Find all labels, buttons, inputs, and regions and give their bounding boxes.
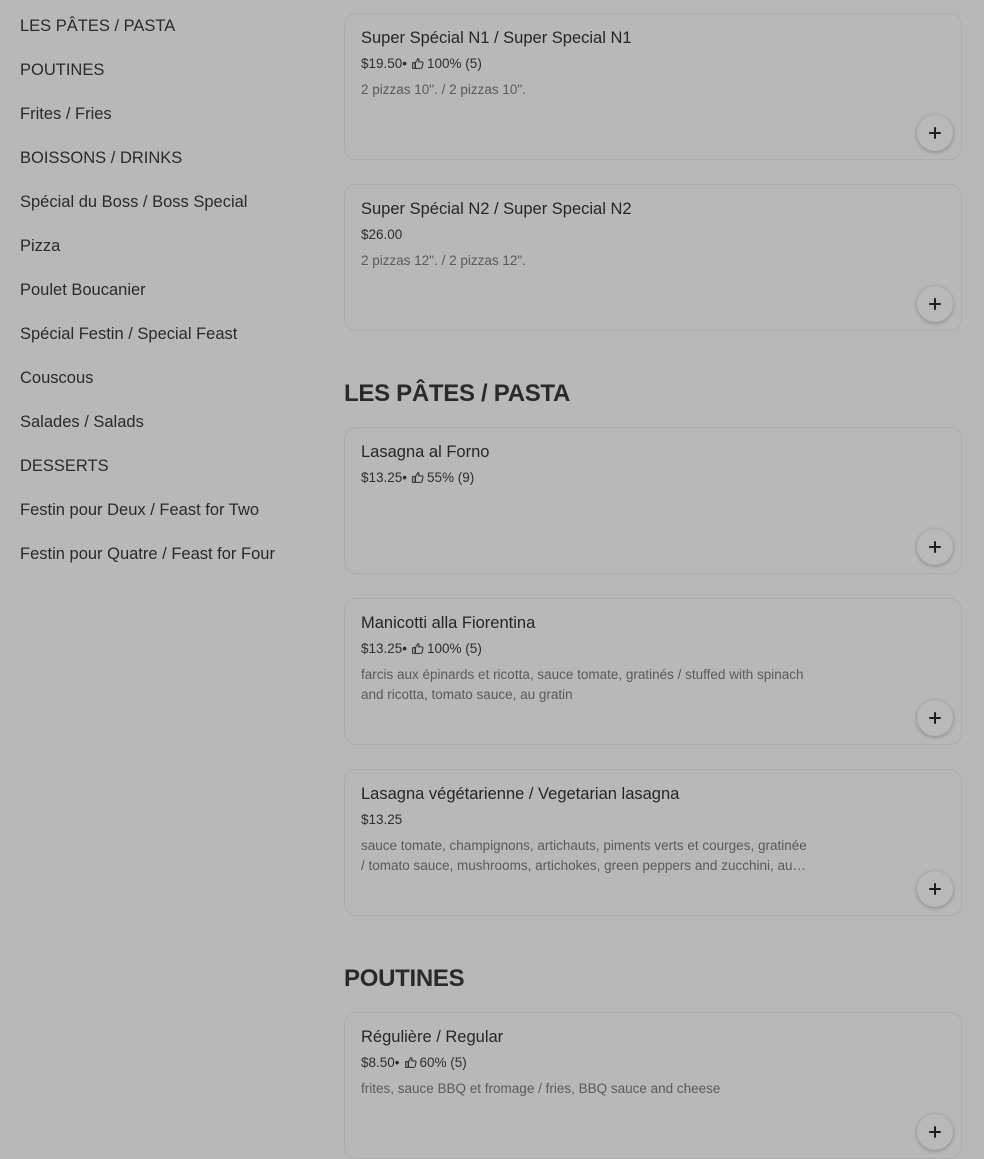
item-name: Lasagna végétarienne / Vegetarian lasagn… [361, 785, 680, 803]
item-price: $26.00 [361, 227, 403, 242]
item-rating: 60% (5) [419, 1055, 467, 1070]
thumbs-up-icon [411, 471, 424, 484]
add-to-cart-button[interactable] [917, 700, 953, 736]
item-name: Manicotti alla Fiorentina [361, 614, 536, 632]
sidebar-item-couscous[interactable]: Couscous [20, 369, 93, 388]
item-name: Lasagna al Forno [361, 443, 490, 461]
item-rating: 100% (5) [427, 641, 482, 656]
item-meta: $13.25 • 55% (9) [361, 470, 474, 485]
plus-icon [929, 298, 941, 310]
item-description: 2 pizzas 12". / 2 pizzas 12". [361, 253, 526, 268]
sidebar-item-drinks[interactable]: BOISSONS / DRINKS [20, 149, 182, 168]
sidebar-item-salads[interactable]: Salades / Salads [20, 413, 144, 432]
sidebar-item-fries[interactable]: Frites / Fries [20, 105, 112, 124]
item-meta: $26.00 [361, 227, 402, 242]
sidebar-item-poutines[interactable]: POUTINES [20, 61, 104, 80]
sidebar-item-boss-special[interactable]: Spécial du Boss / Boss Special [20, 193, 247, 212]
section-title-poutines: POUTINES [344, 965, 465, 992]
item-description: frites, sauce BBQ et fromage / fries, BB… [361, 1081, 721, 1096]
item-name: Super Spécial N1 / Super Special N1 [361, 29, 632, 47]
thumbs-up-icon [404, 1056, 417, 1069]
item-meta: $13.25 • 100% (5) [361, 641, 482, 656]
thumbs-up-icon [411, 642, 424, 655]
plus-icon [929, 883, 941, 895]
meta-separator: • [402, 56, 408, 71]
menu-item-card[interactable]: Lasagna végétarienne / Vegetarian lasagn… [344, 769, 962, 916]
item-meta: $19.50 • 100% (5) [361, 56, 482, 71]
item-name: Régulière / Regular [361, 1028, 504, 1046]
menu-item-card[interactable]: Lasagna al Forno $13.25 • 55% (9) [344, 427, 962, 574]
plus-icon [929, 1126, 941, 1138]
sidebar-item-poulet-boucanier[interactable]: Poulet Boucanier [20, 281, 146, 300]
item-price: $19.50 [361, 56, 403, 71]
item-meta: $8.50 • 60% (5) [361, 1055, 467, 1070]
menu-item-card[interactable]: Manicotti alla Fiorentina $13.25 • 100% … [344, 598, 962, 745]
section-title-pasta: LES PÂTES / PASTA [344, 380, 571, 407]
sidebar-item-special-feast[interactable]: Spécial Festin / Special Feast [20, 325, 237, 344]
item-description: sauce tomate, champignons, artichauts, p… [361, 838, 807, 873]
sidebar-item-desserts[interactable]: DESSERTS [20, 457, 109, 476]
plus-icon [929, 541, 941, 553]
plus-icon [929, 712, 941, 724]
add-to-cart-button[interactable] [917, 871, 953, 907]
item-price: $8.50 [361, 1055, 395, 1070]
item-name: Super Spécial N2 / Super Special N2 [361, 200, 632, 218]
add-to-cart-button[interactable] [917, 1114, 953, 1150]
item-price: $13.25 [361, 641, 403, 656]
item-rating: 100% (5) [427, 56, 482, 71]
meta-separator: • [402, 470, 408, 485]
item-description: farcis aux épinards et ricotta, sauce to… [361, 667, 804, 702]
item-price: $13.25 [361, 470, 403, 485]
menu-item-card[interactable]: Super Spécial N1 / Super Special N1 $19.… [344, 13, 962, 160]
plus-icon [929, 127, 941, 139]
thumbs-up-icon [411, 57, 424, 70]
item-description: 2 pizzas 10". / 2 pizzas 10". [361, 82, 526, 97]
item-rating: 55% (9) [427, 470, 475, 485]
sidebar-item-pizza[interactable]: Pizza [20, 237, 60, 256]
sidebar-item-pasta[interactable]: LES PÂTES / PASTA [20, 17, 175, 36]
item-price: $13.25 [361, 812, 403, 827]
add-to-cart-button[interactable] [917, 529, 953, 565]
meta-separator: • [402, 641, 408, 656]
sidebar-item-feast-for-four[interactable]: Festin pour Quatre / Feast for Four [20, 545, 275, 564]
menu-item-card[interactable]: Super Spécial N2 / Super Special N2 $26.… [344, 184, 962, 331]
add-to-cart-button[interactable] [917, 115, 953, 151]
sidebar-item-feast-for-two[interactable]: Festin pour Deux / Feast for Two [20, 501, 259, 520]
item-meta: $13.25 [361, 812, 402, 827]
meta-separator: • [394, 1055, 400, 1070]
menu-item-card[interactable]: Régulière / Regular $8.50 • 60% (5) frit… [344, 1012, 962, 1159]
add-to-cart-button[interactable] [917, 286, 953, 322]
